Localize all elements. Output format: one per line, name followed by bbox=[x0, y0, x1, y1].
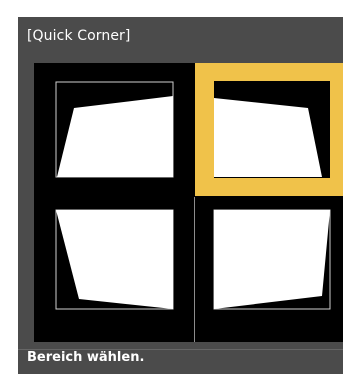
status-instruction: Bereich wählen. bbox=[27, 350, 145, 365]
keystone-bottom-right-icon bbox=[213, 209, 331, 310]
corner-option-top-right[interactable] bbox=[195, 63, 343, 196]
keystone-top-left-icon bbox=[55, 81, 174, 178]
keystone-bottom-left-icon bbox=[55, 209, 174, 310]
corner-option-bottom-left[interactable] bbox=[34, 196, 193, 342]
corner-selection-grid bbox=[34, 63, 343, 342]
quick-corner-dialog: [Quick Corner] Bereich wählen. bbox=[18, 17, 343, 374]
corner-option-top-left[interactable] bbox=[34, 63, 193, 196]
status-bar: Bereich wählen. bbox=[18, 349, 343, 374]
corner-option-bottom-right[interactable] bbox=[195, 196, 343, 342]
dialog-title: [Quick Corner] bbox=[27, 28, 131, 44]
keystone-top-right-icon bbox=[214, 81, 330, 178]
